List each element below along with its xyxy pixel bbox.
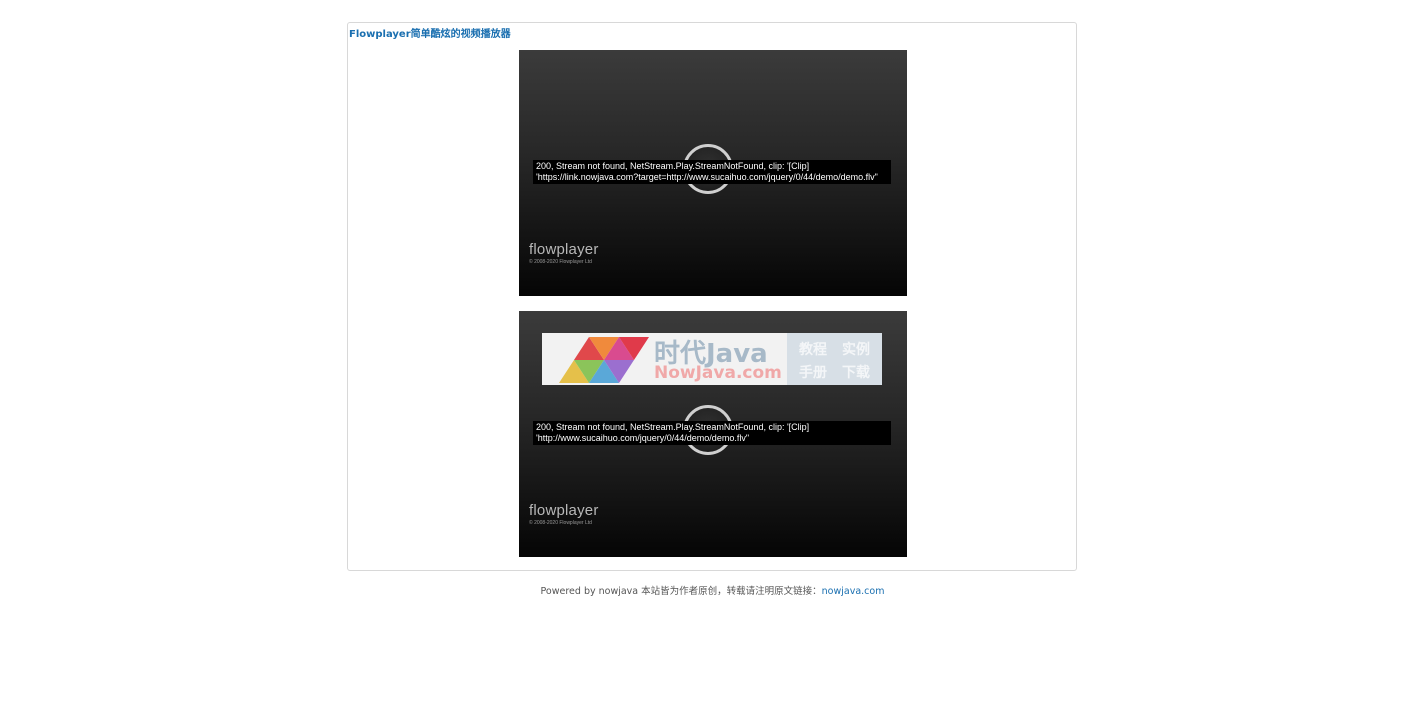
footer: Powered by nowjava 本站皆为作者原创，转载请注明原文链接：no… <box>0 583 1425 597</box>
error-line-1: 200, Stream not found, NetStream.Play.St… <box>536 422 810 432</box>
brand-copyright: © 2008-2020 Flowplayer Ltd <box>529 259 592 265</box>
error-line-1: 200, Stream not found, NetStream.Play.St… <box>536 161 810 171</box>
watermark-menu-item: 手册 <box>799 365 827 381</box>
flowplayer-logo[interactable]: flowplayer © 2008-2020 Flowplayer Ltd <box>529 241 599 265</box>
error-line-2: 'https://link.nowjava.com?target=http://… <box>536 171 878 182</box>
content-panel: Flowplayer简单酷炫的视频播放器 200, Stream not fou… <box>347 22 1077 571</box>
video-player-1[interactable]: 200, Stream not found, NetStream.Play.St… <box>519 50 907 296</box>
watermark-subtitle: NowJava.com <box>654 363 782 383</box>
flowplayer-logo[interactable]: flowplayer © 2008-2020 Flowplayer Ltd <box>529 502 599 526</box>
watermark-menu: 教程 实例 手册 下载 <box>787 333 882 385</box>
watermark-menu-item: 教程 <box>799 342 827 358</box>
watermark-menu-item: 实例 <box>842 342 870 358</box>
brand-name: flowplayer <box>529 241 599 258</box>
error-line-2: 'http://www.sucaihuo.com/jquery/0/44/dem… <box>536 432 750 443</box>
video-player-2[interactable]: 时代Java NowJava.com 教程 实例 手册 下载 200, Stre… <box>519 311 907 557</box>
footer-text: Powered by nowjava 本站皆为作者原创，转载请注明原文链接： <box>540 586 822 597</box>
watermark-banner: 时代Java NowJava.com 教程 实例 手册 下载 <box>542 333 882 385</box>
brand-name: flowplayer <box>529 502 599 519</box>
watermark-menu-item: 下载 <box>842 365 870 381</box>
triangle-logo-icon <box>559 337 649 383</box>
error-message: 200, Stream not found, NetStream.Play.St… <box>533 160 891 184</box>
page-title-link[interactable]: Flowplayer简单酷炫的视频播放器 <box>349 25 511 40</box>
footer-link[interactable]: nowjava.com <box>822 586 885 597</box>
brand-copyright: © 2008-2020 Flowplayer Ltd <box>529 520 592 526</box>
error-message: 200, Stream not found, NetStream.Play.St… <box>533 421 891 445</box>
